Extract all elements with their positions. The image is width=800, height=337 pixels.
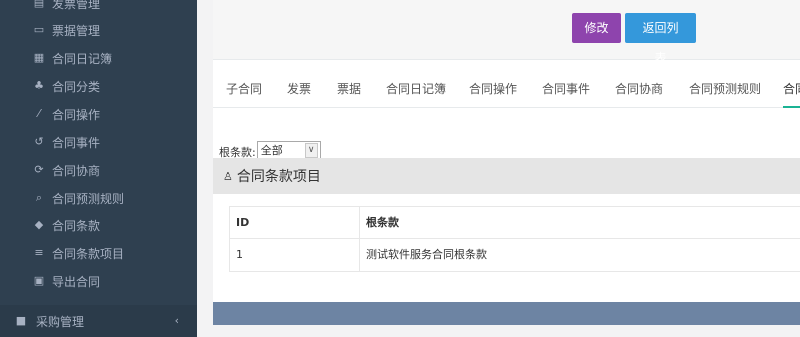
root-term-label: 根条款:: [219, 146, 256, 159]
sidebar-item-export-contract[interactable]: ▣ 导出合同: [0, 267, 197, 295]
chevron-left-icon: ‹: [174, 314, 179, 327]
sidebar-item-label: 合同条款项目: [52, 246, 125, 261]
panel-footer-bar: [213, 302, 800, 325]
root-term-selected: 全部: [260, 144, 283, 157]
wand-icon: ⁄: [38, 107, 40, 120]
table-header-row: ID 根条款: [230, 207, 800, 239]
sidebar-item-label: 合同分类: [52, 79, 101, 94]
sidebar-item-contract-journal[interactable]: ▦ 合同日记簿: [0, 44, 197, 72]
list-icon: ≡: [34, 246, 44, 259]
tab-contract-event[interactable]: 合同事件: [542, 70, 590, 108]
search-icon: ⌕: [35, 191, 43, 204]
tag-icon: ◆: [34, 218, 44, 231]
tab-contract-forecast-rules[interactable]: 合同预测规则: [689, 70, 761, 108]
sidebar-item-label: 合同条款: [52, 218, 101, 233]
tab-contract-negotiation[interactable]: 合同协商: [615, 70, 663, 108]
sidebar-item-contract-event[interactable]: ↺ 合同事件: [0, 128, 197, 156]
sidebar-item-label: 导出合同: [52, 274, 101, 289]
sidebar-item-invoice-management[interactable]: ▤ 发票管理: [0, 0, 197, 17]
section-title: 合同条款项目: [236, 169, 321, 185]
sidebar-item-procurement[interactable]: ■ 采购管理 ‹: [0, 305, 197, 337]
root-term-filter: 根条款: 全部 ∨: [219, 134, 321, 160]
tab-sub-contract[interactable]: 子合同: [226, 70, 262, 108]
tab-contract-journal[interactable]: 合同日记簿: [386, 70, 446, 108]
tab-bar: 子合同 发票 票据 合同日记簿 合同操作 合同事件 合同协商 合同预测规则 合同: [213, 70, 800, 108]
sidebar-item-label: 采购管理: [36, 314, 85, 329]
sidebar: ▤ 发票管理 ▭ 票据管理 ▦ 合同日记簿 ♣ 合同分类 ⁄ 合同操作 ↺ 合同…: [0, 0, 197, 337]
export-icon: ▣: [33, 274, 45, 287]
column-header-root-term[interactable]: 根条款: [360, 207, 800, 239]
sidebar-item-label: 发票管理: [52, 0, 101, 11]
sidebar-item-contract-forecast-rules[interactable]: ⌕ 合同预测规则: [0, 184, 197, 212]
sidebar-item-label: 票据管理: [52, 23, 101, 38]
sidebar-item-contract-terms[interactable]: ◆ 合同条款: [0, 211, 197, 239]
procurement-icon: ■: [15, 314, 27, 327]
back-to-list-button[interactable]: 返回列表: [625, 13, 696, 65]
user-icon: ♙: [223, 169, 233, 183]
table-row[interactable]: 1 测试软件服务合同根条款: [230, 239, 800, 271]
panel-header: 修改 返回列表: [213, 0, 800, 65]
sidebar-item-contract-category[interactable]: ♣ 合同分类: [0, 72, 197, 100]
section-header: ♙ 合同条款项目: [213, 158, 800, 194]
cubes-icon: ♣: [34, 79, 44, 92]
ticket-icon: ▭: [33, 23, 45, 36]
sidebar-item-label: 合同操作: [52, 107, 101, 122]
detail-panel: 修改 返回列表 子合同 发票 票据 合同日记簿 合同操作 合同事件 合同协商 合…: [213, 0, 800, 325]
undo-icon: ↺: [34, 135, 44, 148]
tab-contract-terms[interactable]: 合同: [783, 70, 800, 108]
column-header-id[interactable]: ID: [230, 207, 360, 239]
calendar-icon: ▦: [33, 51, 45, 64]
sidebar-item-contract-term-items[interactable]: ≡ 合同条款项目: [0, 239, 197, 267]
sidebar-item-label: 合同协商: [52, 163, 101, 178]
tab-bill[interactable]: 票据: [337, 70, 361, 108]
edit-button[interactable]: 修改: [572, 13, 621, 43]
term-items-table: ID 根条款 1 测试软件服务合同根条款: [229, 206, 800, 272]
refresh-icon: ⟳: [34, 163, 44, 176]
tab-contract-operation[interactable]: 合同操作: [469, 70, 517, 108]
file-icon: ▤: [33, 0, 45, 9]
sidebar-item-bill-management[interactable]: ▭ 票据管理: [0, 16, 197, 44]
table-cell-root-term: 测试软件服务合同根条款: [366, 248, 487, 261]
sidebar-item-contract-operation[interactable]: ⁄ 合同操作: [0, 100, 197, 128]
tab-invoice[interactable]: 发票: [287, 70, 311, 108]
chevron-down-icon: ∨: [304, 143, 318, 158]
sidebar-item-label: 合同事件: [52, 135, 101, 150]
table-cell-id: 1: [230, 239, 360, 271]
sidebar-item-label: 合同预测规则: [52, 191, 125, 206]
sidebar-item-label: 合同日记簿: [52, 51, 113, 66]
sidebar-item-contract-negotiation[interactable]: ⟳ 合同协商: [0, 156, 197, 184]
main-content: 修改 返回列表 子合同 发票 票据 合同日记簿 合同操作 合同事件 合同协商 合…: [197, 0, 800, 337]
